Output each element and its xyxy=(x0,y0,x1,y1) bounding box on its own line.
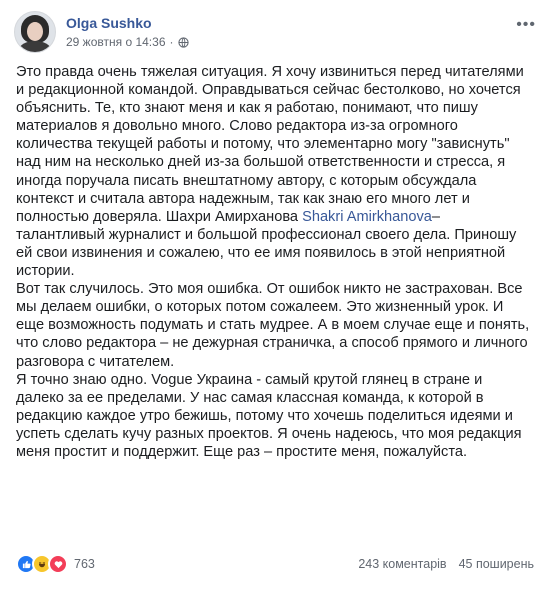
engagement-stats: 243 коментарів 45 поширень xyxy=(358,557,534,571)
post-paragraph-1: Это правда очень тяжелая ситуация. Я хоч… xyxy=(16,63,531,280)
globe-icon[interactable] xyxy=(177,36,189,48)
author-avatar[interactable] xyxy=(14,11,56,53)
facebook-post: Olga Sushko 29 жовтня о 14:36 · ••• Это … xyxy=(0,0,550,593)
post-subline: 29 жовтня о 14:36 · xyxy=(66,34,189,50)
post-meta: Olga Sushko 29 жовтня о 14:36 · xyxy=(66,14,189,50)
paragraph-1-part-1: Это правда очень тяжелая ситуация. Я хоч… xyxy=(16,64,524,225)
reactions-summary[interactable]: 763 xyxy=(16,554,95,574)
post-footer: 763 243 коментарів 45 поширень xyxy=(16,552,534,576)
mention-link[interactable]: Shakri Amirkhanova xyxy=(302,209,432,225)
meta-separator: · xyxy=(169,35,174,49)
avatar-face xyxy=(27,22,43,41)
comments-count-link[interactable]: 243 коментарів xyxy=(358,557,446,571)
author-name[interactable]: Olga Sushko xyxy=(66,14,189,32)
post-header: Olga Sushko 29 жовтня о 14:36 · xyxy=(14,8,189,56)
avatar-body xyxy=(19,41,51,52)
more-options-icon[interactable]: ••• xyxy=(516,16,536,34)
post-timestamp[interactable]: 29 жовтня о 14:36 xyxy=(66,34,166,50)
reaction-count: 763 xyxy=(74,557,95,571)
post-text: Это правда очень тяжелая ситуация. Я хоч… xyxy=(16,63,531,461)
love-icon xyxy=(48,554,68,574)
shares-count-link[interactable]: 45 поширень xyxy=(459,557,534,571)
post-paragraph-2: Вот так случилось. Это моя ошибка. От ош… xyxy=(16,281,530,370)
post-paragraph-3: Я точно знаю одно. Vogue Украина - самый… xyxy=(16,371,522,460)
